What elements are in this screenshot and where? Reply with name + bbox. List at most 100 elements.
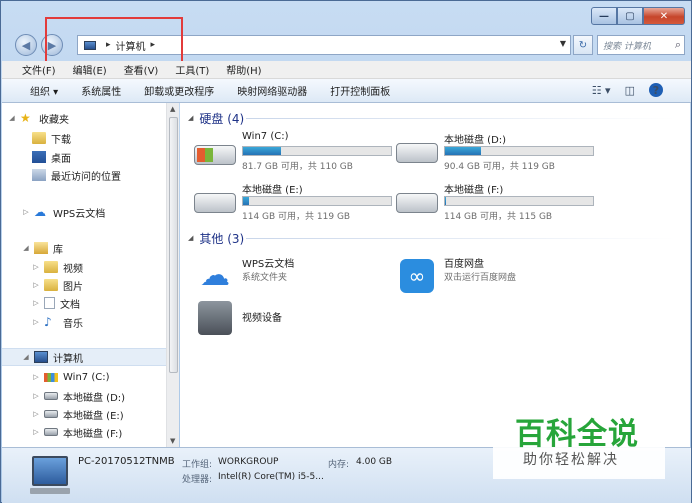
downloads-folder-icon [32,132,46,144]
preview-pane-icon[interactable]: ◫ [625,84,635,97]
tree-libraries[interactable]: ◢ 库 [22,239,63,257]
hard-drive-icon [44,410,58,418]
videos-icon [44,261,58,273]
desktop-icon [32,151,46,163]
expand-icon[interactable]: ▷ [32,373,40,381]
expand-icon[interactable]: ▷ [32,299,40,307]
tree-label: 文档 [60,299,80,311]
item-wps-cloud[interactable]: ☁ WPS云文档 系统文件夹 [194,255,394,299]
tree-item-videos[interactable]: ▷ 视频 [32,258,83,276]
music-icon: ♪ [44,315,52,329]
drive-item-f[interactable]: 本地磁盘 (F:) 114 GB 可用，共 115 GB [396,181,596,225]
tree-wps[interactable]: ▷ ☁ WPS云文档 [22,203,105,221]
pictures-icon [44,279,58,291]
watermark: 百科全说 助你轻松解决 [493,399,665,479]
hard-drive-icon [396,193,438,213]
library-icon [34,242,48,254]
expand-icon[interactable]: ▷ [32,410,40,418]
group-divider [246,118,676,119]
tree-item-drive-c[interactable]: ▷ Win7 (C:) [32,368,109,386]
item-video-device[interactable]: 视频设备 [194,297,394,341]
computer-icon [34,351,48,363]
tree-label: 本地磁盘 (F:) [63,428,123,440]
tree-item-drive-d[interactable]: ▷ 本地磁盘 (D:) [32,387,125,405]
menu-tools[interactable]: 工具(T) [175,62,209,77]
tree-item-documents[interactable]: ▷ 文档 [32,294,80,312]
map-network-drive-button[interactable]: 映射网络驱动器 [237,83,307,98]
computer-icon [32,456,68,486]
tree-computer[interactable]: ◢ 计算机 [2,348,166,366]
windows-drive-icon [44,372,58,382]
scroll-up-icon[interactable]: ▲ [170,105,175,113]
tree-item-downloads[interactable]: 下载 [32,129,71,147]
expand-icon[interactable]: ▷ [32,263,40,271]
tree-item-drive-f[interactable]: ▷ 本地磁盘 (F:) [32,423,122,441]
item-baidu-netdisk[interactable]: ∞ 百度网盘 双击运行百度网盘 [396,255,596,299]
star-icon: ★ [20,111,31,125]
menu-view[interactable]: 查看(V) [124,62,159,77]
group-header-disks[interactable]: ◢ 硬盘 (4) [188,109,244,127]
collapse-icon[interactable]: ◢ [22,353,30,361]
expand-icon[interactable]: ▷ [32,392,40,400]
open-control-panel-button[interactable]: 打开控制面板 [330,83,390,98]
expand-icon[interactable]: ▷ [32,281,40,289]
hard-drive-icon [44,428,58,436]
collapse-icon[interactable]: ◢ [188,234,193,242]
baidu-netdisk-icon: ∞ [400,259,434,293]
drive-usage-bar [242,146,392,156]
item-name: 视频设备 [242,313,282,324]
drive-item-c[interactable]: Win7 (C:) 81.7 GB 可用，共 110 GB [194,131,394,175]
processor-label: 处理器: [182,475,213,485]
scrollbar-thumb[interactable] [169,117,178,373]
tree-label: 本地磁盘 (D:) [63,392,126,404]
navigation-scrollbar[interactable]: ▲ ▼ [166,103,179,447]
organize-button[interactable]: 组织 ▾ [30,83,58,98]
help-icon[interactable]: ? [649,83,663,97]
collapse-icon[interactable]: ◢ [188,114,193,122]
navigation-pane: ◢ ★ 收藏夹 下载 桌面 最近访问的位置 ▷ ☁ WPS云文档 ◢ 库 ▷ 视… [2,103,166,447]
menu-file[interactable]: 文件(F) [22,62,56,77]
tree-item-drive-e[interactable]: ▷ 本地磁盘 (E:) [32,405,124,423]
tree-label: Win7 (C:) [63,371,110,383]
change-view-icon[interactable]: ☷ ▾ [592,84,611,97]
collapse-icon[interactable]: ◢ [22,244,30,252]
tree-item-pictures[interactable]: ▷ 图片 [32,276,83,294]
webcam-icon [198,301,232,335]
hard-drive-icon [44,392,58,400]
tree-label: 桌面 [51,153,71,165]
recent-places-icon [32,169,46,181]
scroll-down-icon[interactable]: ▼ [170,437,175,445]
tree-label: 图片 [63,281,83,293]
menu-edit[interactable]: 编辑(E) [73,62,107,77]
expand-icon[interactable]: ▷ [32,428,40,436]
item-name: 百度网盘 [444,259,484,270]
tree-label: 音乐 [63,318,83,330]
computer-base [30,488,70,494]
collapse-icon[interactable]: ◢ [8,114,16,122]
item-description: 系统文件夹 [242,273,288,283]
item-name: WPS云文档 [242,259,295,270]
tree-item-desktop[interactable]: 桌面 [32,148,71,166]
expand-icon[interactable]: ▷ [32,318,40,326]
uninstall-program-button[interactable]: 卸载或更改程序 [144,83,214,98]
processor-value: Intel(R) Core(TM) i5-5... [218,472,324,482]
workgroup-label: 工作组: [182,460,213,470]
drive-item-e[interactable]: 本地磁盘 (E:) 114 GB 可用，共 119 GB [194,181,394,225]
tree-favorites[interactable]: ◢ ★ 收藏夹 [8,109,69,127]
tree-item-recent[interactable]: 最近访问的位置 [32,166,121,184]
group-header-other[interactable]: ◢ 其他 (3) [188,229,244,247]
system-properties-button[interactable]: 系统属性 [81,83,121,98]
drive-space-info: 81.7 GB 可用，共 110 GB [242,162,353,172]
drive-name: 本地磁盘 (E:) [242,185,303,196]
drive-name: 本地磁盘 (F:) [444,185,504,196]
hard-drive-icon [194,193,236,213]
drive-space-info: 114 GB 可用，共 115 GB [444,212,553,222]
menu-bar: 文件(F) 编辑(E) 查看(V) 工具(T) 帮助(H) [2,61,691,79]
drive-item-d[interactable]: 本地磁盘 (D:) 90.4 GB 可用，共 119 GB [396,131,596,175]
explorer-window: — ▢ ✕ ◀ ▶ ▸ 计算机 ▸ ▼ ↻ 搜索 计算机 ⌕ 文件(F) 编辑(… [0,0,692,503]
expand-icon[interactable]: ▷ [22,208,30,216]
cloud-icon: ☁ [34,205,46,219]
menu-help[interactable]: 帮助(H) [226,62,261,77]
group-title: 其他 (3) [199,231,245,246]
tree-item-music[interactable]: ▷ ♪ 音乐 [32,313,83,331]
